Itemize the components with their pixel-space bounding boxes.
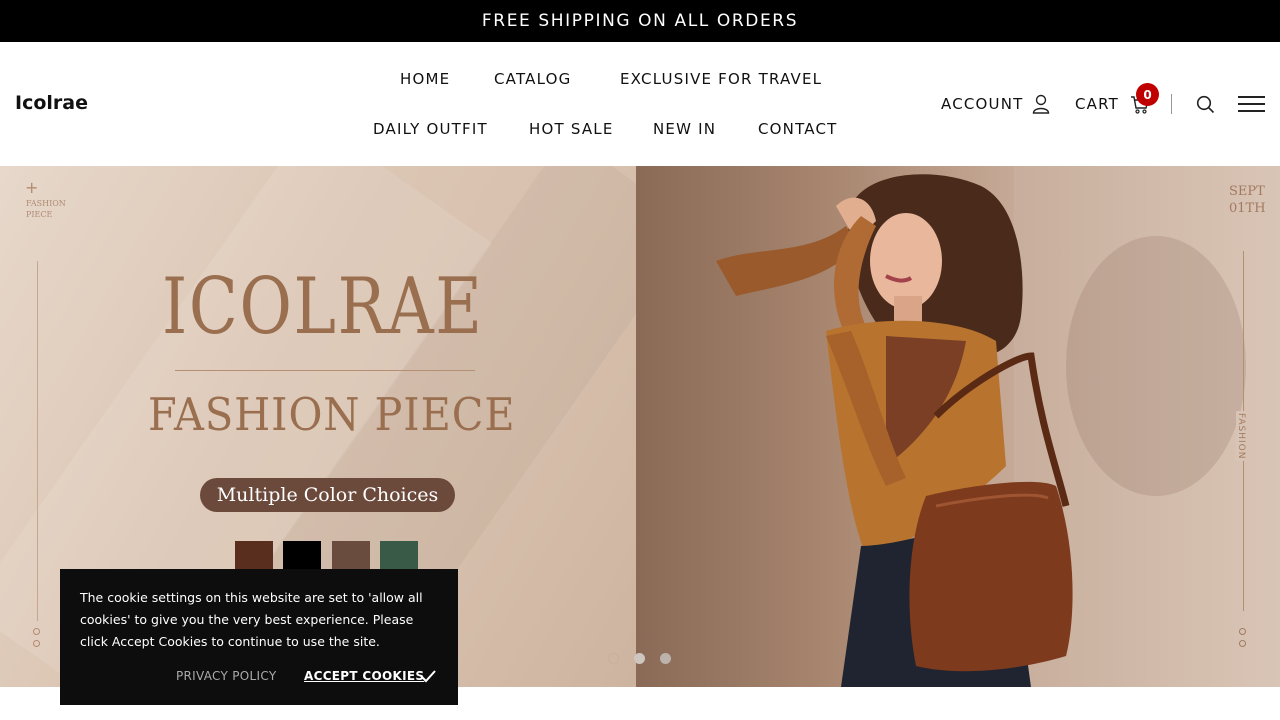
- accept-cookies-button[interactable]: ACCEPT COOKIES: [304, 669, 424, 683]
- plus-icon: +: [25, 178, 39, 197]
- corner-label: FASHION PIECE: [26, 198, 66, 220]
- search-icon[interactable]: [1196, 95, 1215, 118]
- account-link[interactable]: ACCOUNT: [941, 95, 1024, 113]
- decorative-dot: [33, 628, 40, 635]
- announcement-bar: FREE SHIPPING ON ALL ORDERS: [0, 0, 1280, 42]
- nav-contact[interactable]: CONTACT: [758, 120, 838, 138]
- slider-dot-1[interactable]: [608, 653, 619, 664]
- user-icon[interactable]: [1032, 94, 1050, 118]
- nav-exclusive-for-travel[interactable]: EXCLUSIVE FOR TRAVEL: [620, 70, 822, 88]
- nav-home[interactable]: HOME: [400, 70, 450, 88]
- hero-brand-title: ICOLRAE: [162, 262, 484, 352]
- decorative-line: [37, 261, 38, 621]
- date-line2: 01TH: [1229, 201, 1266, 216]
- decorative-dot: [1239, 640, 1246, 647]
- checkmark-icon[interactable]: [420, 668, 436, 687]
- corner-label-line2: PIECE: [26, 210, 53, 219]
- site-header: Icolrae HOME CATALOG EXCLUSIVE FOR TRAVE…: [0, 42, 1280, 166]
- decorative-dot: [1239, 628, 1246, 635]
- corner-label-line1: FASHION: [26, 199, 66, 208]
- slider-dot-3[interactable]: [660, 653, 671, 664]
- cart-count-badge: 0: [1136, 83, 1159, 106]
- date-line1: SEPT: [1229, 184, 1265, 199]
- hero-date: SEPT 01TH: [1229, 183, 1266, 217]
- nav-daily-outfit[interactable]: DAILY OUTFIT: [373, 120, 488, 138]
- slider-dot-2[interactable]: [634, 653, 645, 664]
- cookie-message: The cookie settings on this website are …: [80, 590, 423, 649]
- hero-model-photo: [636, 166, 1280, 687]
- site-logo[interactable]: Icolrae: [15, 92, 88, 114]
- model-illustration: [716, 174, 1246, 687]
- nav-hot-sale[interactable]: HOT SALE: [529, 120, 614, 138]
- nav-catalog[interactable]: CATALOG: [494, 70, 571, 88]
- cookie-banner: The cookie settings on this website are …: [60, 569, 458, 705]
- announcement-text: FREE SHIPPING ON ALL ORDERS: [481, 11, 799, 31]
- privacy-policy-link[interactable]: PRIVACY POLICY: [176, 669, 276, 683]
- vertical-side-text: FASHION: [1236, 411, 1246, 462]
- title-divider: [175, 370, 475, 371]
- menu-icon[interactable]: [1238, 95, 1265, 117]
- decorative-dot: [33, 640, 40, 647]
- hero-headline: FASHION PIECE: [148, 388, 516, 441]
- cart-link[interactable]: CART: [1075, 95, 1119, 113]
- color-choices-pill: Multiple Color Choices: [200, 478, 455, 512]
- header-divider: [1171, 94, 1172, 114]
- nav-new-in[interactable]: NEW IN: [653, 120, 716, 138]
